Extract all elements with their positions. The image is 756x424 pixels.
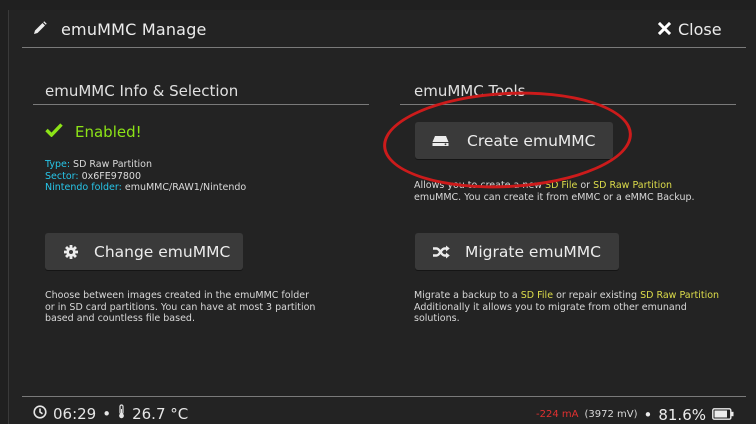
migrate-description: Migrate a backup to a SD File or repair … [414, 290, 719, 325]
info-section-title: emuMMC Info & Selection [45, 82, 239, 100]
desc-highlight: SD File [520, 290, 554, 301]
desc-text: Migrate a backup to a [414, 290, 521, 301]
header-divider [22, 47, 746, 48]
info-value: emuMMC/RAW1/Nintendo [121, 182, 247, 193]
change-emummc-label: Change emuMMC [94, 242, 231, 261]
status-bar-left: 06:29 • 26.7 °C [33, 404, 188, 423]
info-value: 0x6FE97800 [78, 170, 141, 182]
close-icon [657, 20, 672, 39]
info-key: Nintendo folder: [45, 182, 122, 193]
migrate-emummc-button[interactable]: Migrate emuMMC [415, 233, 619, 270]
pencil-icon [33, 20, 47, 39]
status-text: Enabled! [75, 122, 142, 141]
info-key: Sector: [45, 170, 79, 182]
separator: • [102, 404, 112, 423]
header: emuMMC Manage [33, 20, 207, 39]
emummc-info: Type: SD Raw Partition Sector: 0x6FE9780… [45, 159, 246, 194]
thermometer-icon [117, 404, 126, 423]
info-sector: Sector: 0x6FE97800 [45, 171, 246, 183]
close-button[interactable]: Close [657, 20, 722, 39]
desc-line: Migrate a backup to a SD File or repair … [414, 290, 719, 302]
clock-time: 06:29 [53, 404, 97, 423]
status-enabled: Enabled! [45, 122, 142, 141]
checkmark-icon [45, 122, 63, 141]
shuffle-icon [432, 245, 450, 259]
battery-voltage: (3972 mV) [584, 409, 638, 420]
battery-percent: 81.6% [658, 405, 706, 424]
left-divider [33, 104, 369, 105]
status-bar-right: -224 mA (3972 mV) • 81.6% [536, 405, 734, 424]
desc-highlight: SD Raw Partition [593, 180, 673, 191]
desc-line: based and countless file based. [45, 313, 195, 324]
change-description: Choose between images created in the emu… [45, 290, 315, 325]
desc-text: or [577, 180, 594, 191]
desc-text: or repair existing [553, 290, 641, 301]
migrate-emummc-label: Migrate emuMMC [465, 242, 601, 261]
info-value: SD Raw Partition [70, 159, 153, 170]
info-key: Type: [45, 159, 71, 170]
desc-line: emuMMC. You can create it from eMMC or a… [414, 191, 695, 203]
gear-icon [64, 244, 78, 259]
desc-highlight: SD Raw Partition [640, 290, 720, 301]
info-folder: Nintendo folder: emuMMC/RAW1/Nintendo [45, 182, 246, 194]
desc-line: Choose between images created in the emu… [45, 290, 309, 301]
close-label: Close [678, 20, 722, 39]
desc-line: Additionally it allows you to migrate fr… [414, 301, 687, 313]
desc-line: solutions. [414, 313, 460, 324]
footer-divider [22, 396, 746, 397]
battery-icon [712, 405, 734, 424]
desc-line: or in SD card partitions. You can have a… [45, 301, 316, 313]
battery-current: -224 mA [536, 409, 579, 420]
page-title: emuMMC Manage [61, 20, 207, 39]
info-type: Type: SD Raw Partition [45, 159, 246, 171]
temperature: 26.7 °C [132, 404, 189, 423]
separator: • [643, 405, 653, 424]
window-frame [8, 10, 756, 424]
clock-icon [33, 404, 47, 423]
change-emummc-button[interactable]: Change emuMMC [45, 233, 243, 270]
